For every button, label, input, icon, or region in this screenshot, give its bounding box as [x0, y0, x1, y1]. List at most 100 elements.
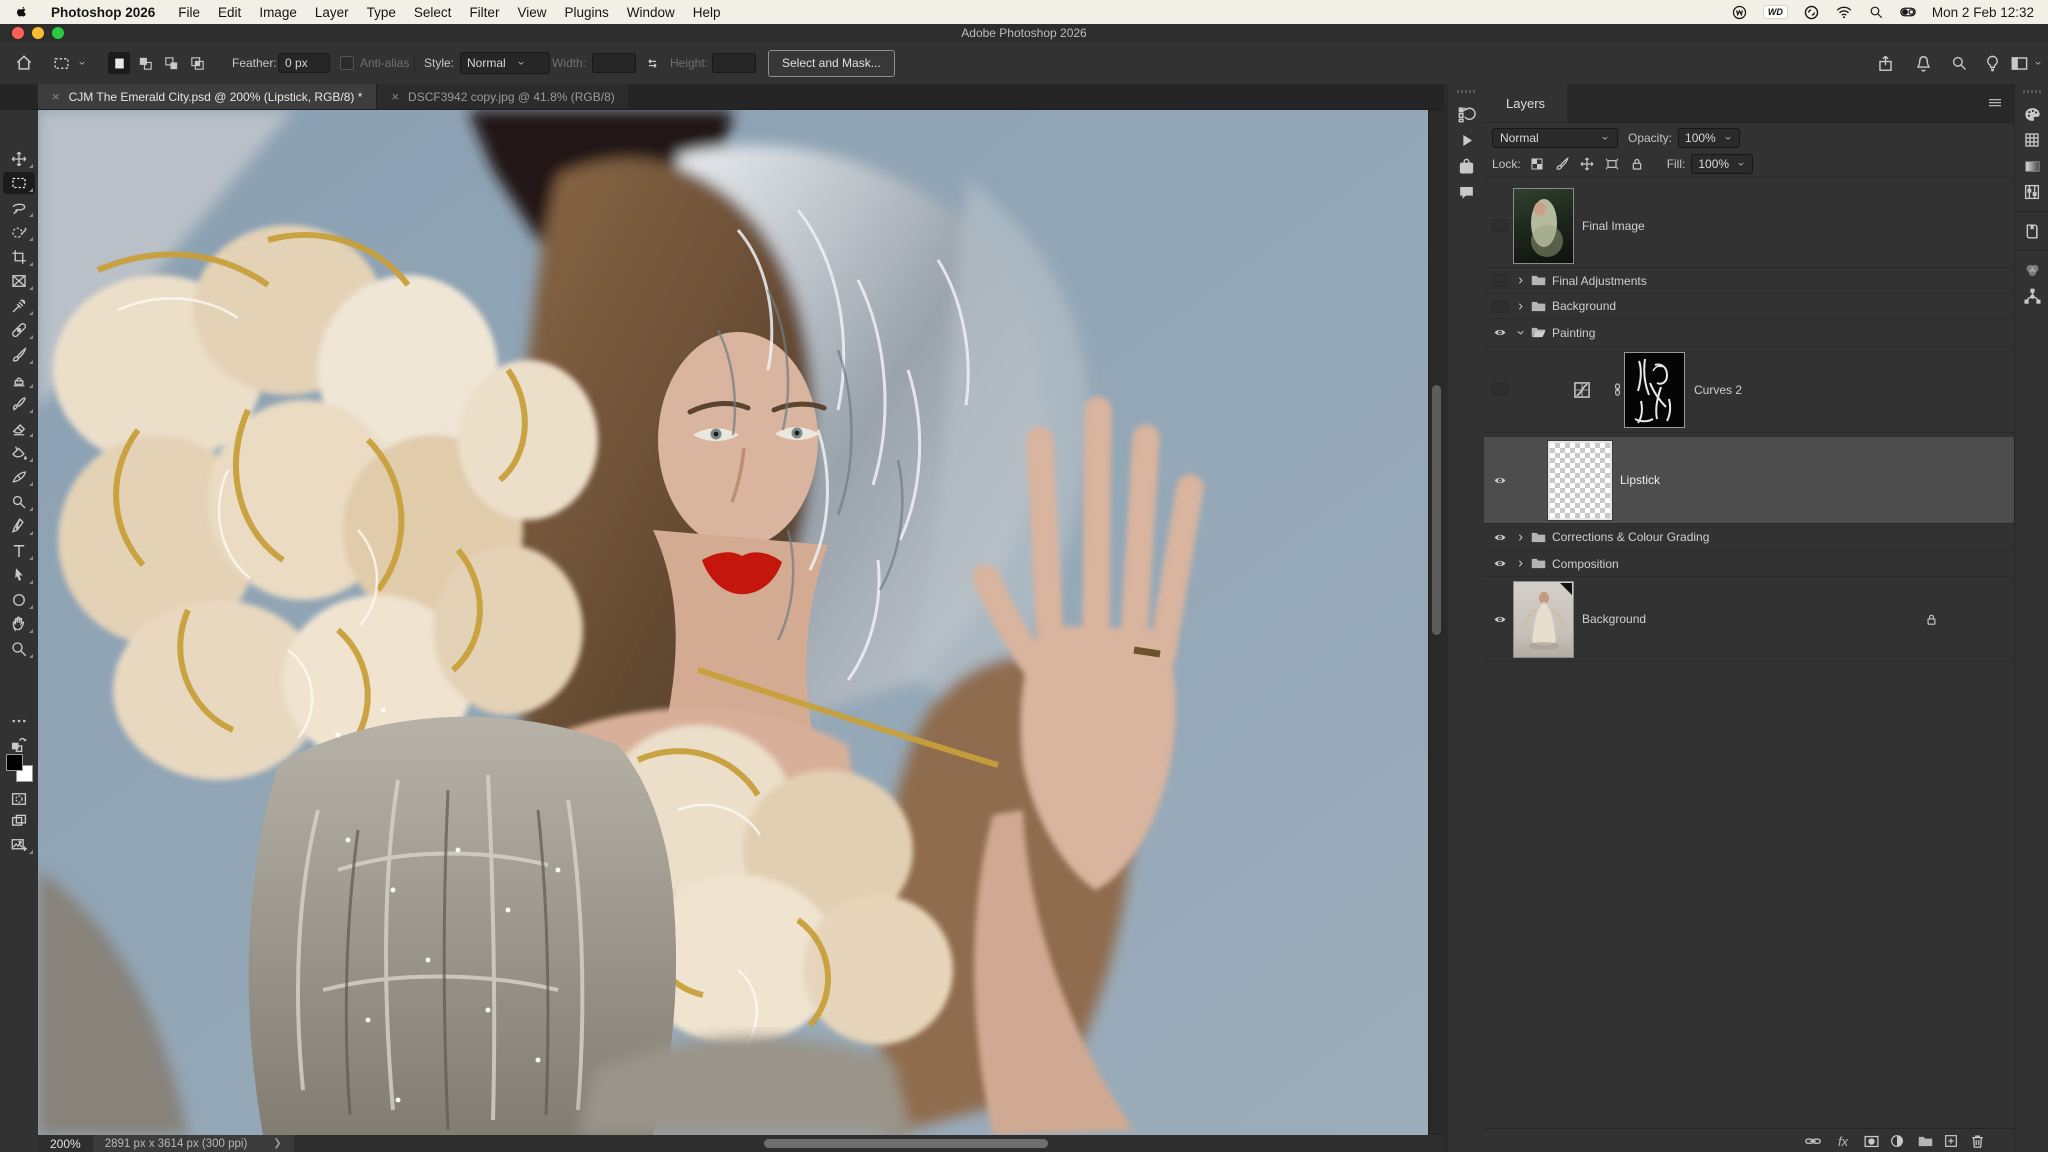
panel-menu-icon[interactable] — [1986, 94, 2004, 112]
layer-row-background[interactable]: Background — [1484, 577, 2014, 662]
zoom-level[interactable]: 200% — [38, 1137, 93, 1151]
document-info[interactable]: 2891 px x 3614 px (300 ppi) ❯ — [93, 1135, 294, 1152]
visibility-toggle[interactable] — [1491, 473, 1509, 487]
layer-style-button[interactable]: fx — [1832, 1131, 1854, 1151]
marquee-tool-preview-icon[interactable] — [52, 54, 71, 73]
zoom-tool-button[interactable] — [3, 638, 35, 660]
smudge-tool-button[interactable] — [3, 466, 35, 488]
edit-toolbar-button[interactable] — [3, 710, 35, 732]
chevron-right-icon[interactable] — [1515, 275, 1526, 286]
intersect-selection-mode-button[interactable] — [186, 52, 208, 74]
opacity-value-box[interactable]: 100% — [1678, 128, 1740, 148]
new-adjustment-layer-button[interactable] — [1886, 1131, 1908, 1151]
wd-badge[interactable]: WD — [1763, 5, 1788, 19]
visibility-toggle[interactable] — [1491, 274, 1509, 288]
menu-edit[interactable]: Edit — [209, 5, 250, 20]
eyedropper-tool-button[interactable] — [3, 295, 35, 317]
drag-grip[interactable] — [2023, 90, 2041, 93]
height-input[interactable] — [712, 53, 756, 73]
control-center-icon[interactable] — [1899, 3, 1917, 21]
healing-brush-tool-button[interactable] — [3, 319, 35, 341]
chevron-right-icon[interactable] — [1515, 558, 1526, 569]
wifi-icon[interactable] — [1835, 3, 1853, 21]
layer-name[interactable]: Final Image — [1582, 219, 1645, 233]
add-to-selection-mode-button[interactable] — [134, 52, 156, 74]
workspace-icon[interactable] — [2010, 54, 2029, 73]
chevron-right-icon[interactable] — [1515, 532, 1526, 543]
feather-input[interactable] — [278, 53, 330, 73]
pen-tool-button[interactable] — [3, 515, 35, 537]
history-panel-button[interactable] — [1452, 101, 1480, 127]
object-selection-tool-button[interactable] — [3, 221, 35, 243]
group-name[interactable]: Corrections & Colour Grading — [1552, 530, 1709, 544]
share-icon[interactable] — [1876, 54, 1895, 73]
blend-mode-dropdown[interactable]: Normal — [1492, 128, 1618, 148]
menu-filter[interactable]: Filter — [460, 5, 508, 20]
layer-name[interactable]: Background — [1582, 612, 1646, 626]
lock-artboard-icon[interactable] — [1604, 156, 1620, 172]
foreground-color-swatch[interactable] — [6, 754, 23, 771]
group-name[interactable]: Composition — [1552, 557, 1619, 571]
visibility-toggle[interactable] — [1491, 299, 1509, 313]
bell-icon[interactable] — [1914, 54, 1933, 73]
gradients-panel-button[interactable] — [2018, 153, 2046, 179]
comments-panel-button[interactable] — [1452, 179, 1480, 205]
visibility-toggle[interactable] — [1491, 383, 1509, 397]
menu-type[interactable]: Type — [358, 5, 405, 20]
menu-help[interactable]: Help — [684, 5, 730, 20]
lightbulb-icon[interactable] — [1983, 54, 2002, 73]
eraser-tool-button[interactable] — [3, 417, 35, 439]
layer-row-final-image[interactable]: Final Image — [1484, 184, 2014, 268]
lock-transparency-icon[interactable] — [1529, 156, 1545, 172]
apple-menu-icon[interactable] — [14, 4, 29, 21]
ellipse-tool-button[interactable] — [3, 589, 35, 611]
lock-all-icon[interactable] — [1629, 156, 1645, 172]
menu-layer[interactable]: Layer — [306, 5, 358, 20]
layer-thumbnail[interactable] — [1513, 188, 1574, 264]
menu-view[interactable]: View — [508, 5, 555, 20]
style-dropdown[interactable]: Normal — [460, 52, 550, 74]
layer-mask-thumbnail[interactable] — [1624, 352, 1685, 428]
libraries-panel-button[interactable] — [2018, 218, 2046, 244]
clone-stamp-tool-button[interactable] — [3, 368, 35, 390]
group-name[interactable]: Painting — [1552, 326, 1595, 340]
layer-row-curves-2[interactable]: Curves 2 — [1484, 347, 2014, 433]
visibility-toggle[interactable] — [1491, 557, 1509, 571]
swatches-panel-button[interactable] — [2018, 127, 2046, 153]
brush-tool-button[interactable] — [3, 344, 35, 366]
tab-dscf3942-copy[interactable]: × DSCF3942 copy.jpg @ 41.8% (RGB/8) — [377, 84, 629, 109]
type-tool-button[interactable] — [3, 540, 35, 562]
group-name[interactable]: Background — [1552, 299, 1616, 313]
group-row-background[interactable]: Background — [1484, 294, 2014, 319]
link-layers-button[interactable] — [1802, 1131, 1824, 1151]
layer-name[interactable]: Curves 2 — [1694, 383, 1742, 397]
actions-panel-button[interactable] — [1452, 127, 1480, 153]
menu-plugins[interactable]: Plugins — [555, 5, 617, 20]
lock-position-icon[interactable] — [1579, 156, 1595, 172]
adjustments-panel-button[interactable] — [2018, 179, 2046, 205]
curves-adjustment-icon[interactable] — [1572, 380, 1592, 400]
canvas-vertical-scrollbar[interactable] — [1428, 110, 1445, 1135]
visibility-toggle[interactable] — [1491, 219, 1509, 233]
group-row-painting[interactable]: Painting — [1484, 319, 2014, 347]
delete-layer-button[interactable] — [1966, 1131, 1988, 1151]
color-panel-button[interactable] — [2018, 101, 2046, 127]
mask-link-icon[interactable] — [1610, 382, 1625, 397]
new-group-button[interactable] — [1914, 1131, 1936, 1151]
screen-mode-button[interactable] — [3, 810, 35, 832]
chevron-right-icon[interactable] — [1515, 301, 1526, 312]
document-canvas[interactable] — [38, 110, 1428, 1135]
visibility-toggle[interactable] — [1491, 326, 1509, 340]
fill-value-box[interactable]: 100% — [1691, 154, 1753, 174]
hand-tool-button[interactable] — [3, 613, 35, 635]
w-circle-icon[interactable] — [1731, 4, 1748, 21]
new-selection-mode-button[interactable] — [108, 52, 130, 74]
group-row-composition[interactable]: Composition — [1484, 551, 2014, 577]
frame-tool-button[interactable] — [3, 270, 35, 292]
close-icon[interactable]: × — [52, 89, 60, 104]
visibility-toggle[interactable] — [1491, 612, 1509, 626]
menu-app-name[interactable]: Photoshop 2026 — [43, 5, 163, 20]
menu-image[interactable]: Image — [250, 5, 306, 20]
lasso-tool-button[interactable] — [3, 197, 35, 219]
layer-row-lipstick[interactable]: Lipstick — [1484, 437, 2014, 524]
